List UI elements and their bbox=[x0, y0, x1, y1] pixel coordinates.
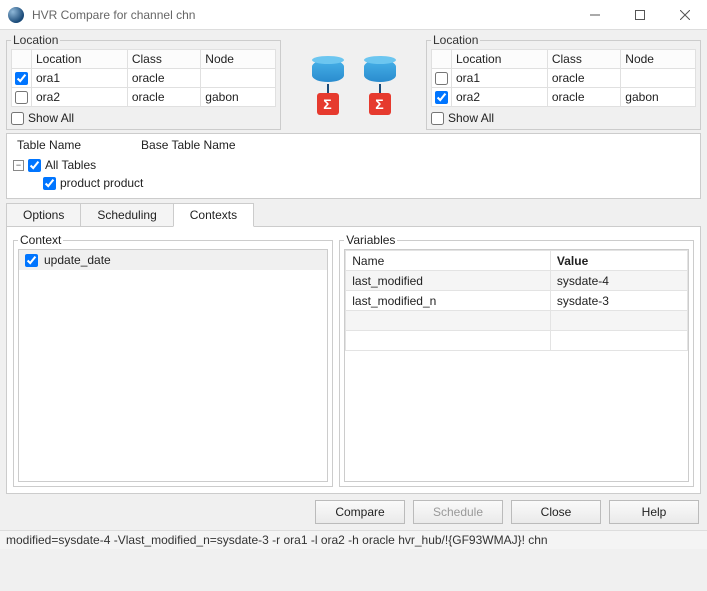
window-title: HVR Compare for channel chn bbox=[32, 8, 572, 22]
tree-root-check[interactable] bbox=[28, 159, 41, 172]
loc-right-showall-label: Show All bbox=[448, 111, 494, 125]
var-col-name[interactable]: Name bbox=[346, 251, 551, 271]
maximize-button[interactable] bbox=[617, 0, 662, 30]
variables-group: Variables Name Value last_modified sysda… bbox=[339, 233, 694, 487]
schedule-button: Schedule bbox=[413, 500, 503, 524]
minimize-button[interactable] bbox=[572, 0, 617, 30]
table-row[interactable]: ora1 oracle bbox=[432, 69, 696, 88]
tables-header-name: Table Name bbox=[17, 138, 81, 152]
tree-root-label: All Tables bbox=[45, 158, 96, 172]
loc-left-showall-check[interactable] bbox=[11, 112, 24, 125]
col-node[interactable]: Node bbox=[621, 50, 696, 69]
table-row[interactable]: ora2 oracle gabon bbox=[12, 88, 276, 107]
variables-legend: Variables bbox=[344, 233, 397, 247]
tab-panel-contexts: Context update_date Variables Name Value… bbox=[6, 226, 701, 494]
context-item-label: update_date bbox=[44, 253, 111, 267]
table-row[interactable]: last_modified sysdate-4 bbox=[346, 271, 688, 291]
tab-contexts[interactable]: Contexts bbox=[173, 203, 254, 227]
var-col-value[interactable]: Value bbox=[550, 251, 687, 271]
tree-child-check[interactable] bbox=[43, 177, 56, 190]
tree-collapse-icon[interactable]: − bbox=[13, 160, 24, 171]
tables-header-base: Base Table Name bbox=[141, 138, 236, 152]
loc-right-check-ora2[interactable] bbox=[435, 91, 448, 104]
context-group: Context update_date bbox=[13, 233, 333, 487]
location-right-legend: Location bbox=[431, 33, 480, 47]
location-right-table: Location Class Node ora1 oracle ora2 ora… bbox=[431, 49, 696, 107]
location-left-table: Location Class Node ora1 oracle ora2 ora… bbox=[11, 49, 276, 107]
context-list[interactable]: update_date bbox=[18, 249, 328, 482]
loc-left-check-ora2[interactable] bbox=[15, 91, 28, 104]
db-target-icon: Σ bbox=[364, 60, 396, 115]
location-left-legend: Location bbox=[11, 33, 60, 47]
db-source-icon: Σ bbox=[312, 60, 344, 115]
tab-scheduling[interactable]: Scheduling bbox=[80, 203, 173, 227]
titlebar: HVR Compare for channel chn bbox=[0, 0, 707, 30]
col-class[interactable]: Class bbox=[127, 50, 200, 69]
table-row[interactable]: ora2 oracle gabon bbox=[432, 88, 696, 107]
table-row[interactable] bbox=[346, 311, 688, 331]
col-node[interactable]: Node bbox=[201, 50, 276, 69]
compare-button[interactable]: Compare bbox=[315, 500, 405, 524]
context-item-check[interactable] bbox=[25, 254, 38, 267]
close-button[interactable] bbox=[662, 0, 707, 30]
tab-options[interactable]: Options bbox=[6, 203, 81, 227]
col-location[interactable]: Location bbox=[452, 50, 548, 69]
app-icon bbox=[8, 7, 24, 23]
close-dialog-button[interactable]: Close bbox=[511, 500, 601, 524]
location-right-group: Location Location Class Node ora1 oracle bbox=[426, 33, 701, 130]
tabstrip: Options Scheduling Contexts bbox=[6, 203, 701, 227]
location-left-group: Location Location Class Node ora1 oracle bbox=[6, 33, 281, 130]
col-class[interactable]: Class bbox=[547, 50, 620, 69]
loc-left-check-ora1[interactable] bbox=[15, 72, 28, 85]
variables-table: Name Value last_modified sysdate-4 last_… bbox=[345, 250, 688, 351]
loc-left-showall-label: Show All bbox=[28, 111, 74, 125]
table-row[interactable]: last_modified_n sysdate-3 bbox=[346, 291, 688, 311]
compare-graphic: Σ Σ bbox=[281, 33, 426, 130]
col-location[interactable]: Location bbox=[32, 50, 128, 69]
tables-panel: Table Name Base Table Name − All Tables … bbox=[6, 133, 701, 199]
help-button[interactable]: Help bbox=[609, 500, 699, 524]
context-item[interactable]: update_date bbox=[19, 250, 327, 270]
button-row: Compare Schedule Close Help bbox=[6, 494, 701, 526]
tree-root[interactable]: − All Tables bbox=[13, 156, 694, 174]
loc-right-check-ora1[interactable] bbox=[435, 72, 448, 85]
loc-right-showall-check[interactable] bbox=[431, 112, 444, 125]
tree-child[interactable]: product product bbox=[13, 174, 694, 192]
table-row[interactable]: ora1 oracle bbox=[12, 69, 276, 88]
context-legend: Context bbox=[18, 233, 63, 247]
status-bar: modified=sysdate-4 -Vlast_modified_n=sys… bbox=[0, 530, 707, 549]
table-row[interactable] bbox=[346, 331, 688, 351]
tree-child-label: product product bbox=[60, 176, 143, 190]
